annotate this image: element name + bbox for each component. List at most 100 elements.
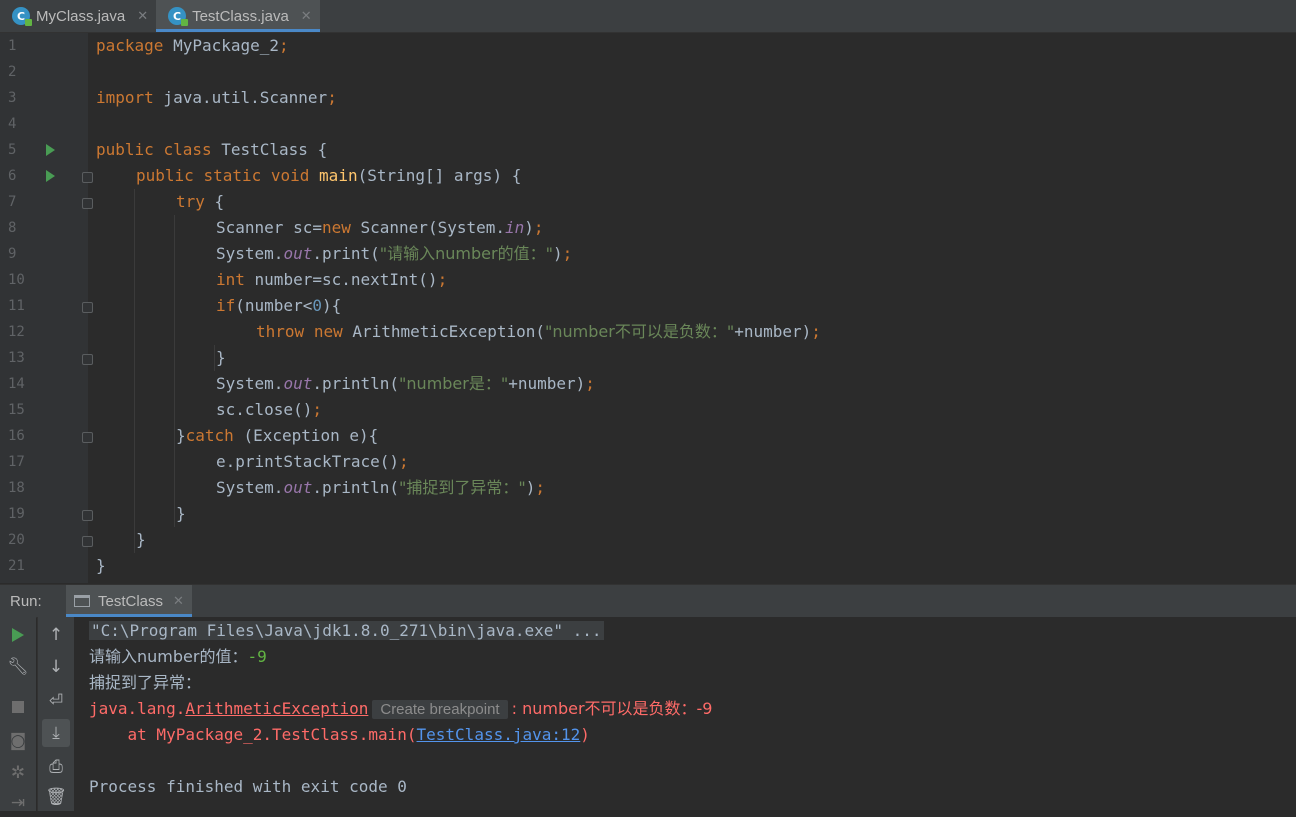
tab-myclass[interactable]: C MyClass.java ✕	[0, 0, 156, 32]
trash-icon: 🗑︎	[45, 787, 67, 807]
code-line: 6 public static void main(String[] args)…	[0, 163, 1296, 189]
code-line: 2	[0, 59, 1296, 85]
exception-class-link[interactable]: ArithmeticException	[185, 699, 368, 718]
code-line: 13 }	[0, 345, 1296, 371]
code-text[interactable]: System.out.print("请输入number的值：");	[216, 241, 572, 267]
command-line[interactable]: "C:\Program Files\Java\jdk1.8.0_271\bin\…	[89, 621, 604, 640]
run-tab-label: TestClass	[98, 592, 164, 610]
clear-button[interactable]: 🗑︎	[42, 783, 70, 811]
config-button[interactable]: ✲	[4, 759, 32, 787]
code-text[interactable]: System.out.println("number是："+number);	[216, 371, 595, 397]
line-number: 12	[8, 324, 25, 340]
soft-wrap-button[interactable]: ⏎	[42, 687, 70, 715]
print-button[interactable]: ⎙	[42, 753, 70, 781]
up-stack-button[interactable]: ↑	[42, 621, 70, 649]
fold-icon[interactable]	[82, 302, 93, 313]
arrow-down-icon: ↓	[48, 657, 64, 677]
code-text[interactable]: }	[136, 527, 146, 553]
code-line: 16 }catch (Exception e){	[0, 423, 1296, 449]
code-text[interactable]: }catch (Exception e){	[176, 423, 378, 449]
console-output[interactable]: "C:\Program Files\Java\jdk1.8.0_271\bin\…	[74, 617, 1296, 811]
close-icon[interactable]: ✕	[137, 8, 148, 24]
source-link[interactable]: TestClass.java:12	[417, 725, 581, 744]
settings-button[interactable]: 🔧︎	[4, 653, 32, 681]
create-breakpoint-link[interactable]: Create breakpoint	[372, 700, 508, 719]
run-gutter-icon[interactable]	[46, 170, 55, 182]
fold-icon[interactable]	[82, 354, 93, 365]
editor-tab-bar: C MyClass.java ✕ C TestClass.java ✕	[0, 0, 1296, 33]
close-icon[interactable]: ✕	[173, 593, 184, 609]
code-text[interactable]: int number=sc.nextInt();	[216, 267, 447, 293]
code-text[interactable]: sc.close();	[216, 397, 322, 423]
line-number: 7	[8, 194, 17, 210]
fold-icon[interactable]	[82, 198, 93, 209]
run-toolbar-secondary: ↑ ↓ ⏎ ⤓ ⎙ 🗑︎	[37, 617, 74, 811]
code-text[interactable]: package MyPackage_2;	[96, 33, 289, 59]
run-tool-window-header: Run: TestClass ✕	[0, 584, 1296, 618]
wrench-icon: 🔧︎	[7, 657, 29, 677]
line-number: 13	[8, 350, 25, 366]
code-text[interactable]: public static void main(String[] args) {	[136, 163, 521, 189]
line-number: 3	[8, 90, 17, 106]
code-text[interactable]: }	[216, 345, 226, 371]
fold-icon[interactable]	[82, 432, 93, 443]
exit-button[interactable]: ⇥	[4, 789, 32, 817]
user-input: -9	[247, 647, 267, 666]
code-text[interactable]: }	[176, 501, 186, 527]
code-text[interactable]: public class TestClass {	[96, 137, 327, 163]
arrow-up-icon: ↑	[48, 625, 64, 645]
run-gutter-icon[interactable]	[46, 144, 55, 156]
stop-button[interactable]	[4, 693, 32, 721]
run-icon	[12, 628, 24, 642]
code-text[interactable]: }	[96, 553, 106, 579]
console-line: Process finished with exit code 0	[89, 777, 407, 796]
code-line: 9 System.out.print("请输入number的值：");	[0, 241, 1296, 267]
fold-icon[interactable]	[82, 510, 93, 521]
code-line: 7 try {	[0, 189, 1296, 215]
code-line: 5 public class TestClass {	[0, 137, 1296, 163]
code-text[interactable]: try {	[176, 189, 224, 215]
code-text[interactable]: System.out.println("捕捉到了异常：");	[216, 475, 545, 501]
code-line: 18 System.out.println("捕捉到了异常：");	[0, 475, 1296, 501]
code-line: 8 Scanner sc=new Scanner(System.in);	[0, 215, 1296, 241]
code-line: 15 sc.close();	[0, 397, 1296, 423]
line-number: 17	[8, 454, 25, 470]
console-line: 捕捉到了异常：	[89, 673, 202, 692]
code-text[interactable]: e.printStackTrace();	[216, 449, 409, 475]
line-number: 16	[8, 428, 25, 444]
run-toolbar-primary: 🔧︎ ◙ ✲ ⇥	[0, 617, 36, 813]
code-text[interactable]: if(number<0){	[216, 293, 341, 319]
code-line: 4	[0, 111, 1296, 137]
scroll-to-end-button[interactable]: ⤓	[42, 719, 70, 747]
line-number: 18	[8, 480, 25, 496]
line-number: 2	[8, 64, 17, 80]
code-line: 14 System.out.println("number是："+number)…	[0, 371, 1296, 397]
code-line: 11 if(number<0){	[0, 293, 1296, 319]
tab-label: MyClass.java	[36, 7, 126, 25]
dump-threads-button[interactable]: ◙	[4, 727, 32, 755]
code-text[interactable]: Scanner sc=new Scanner(System.in);	[216, 215, 544, 241]
line-number: 19	[8, 506, 25, 522]
console-line: at MyPackage_2.TestClass.main(TestClass.…	[89, 725, 590, 744]
line-number: 11	[8, 298, 25, 314]
fold-icon[interactable]	[82, 172, 93, 183]
line-number: 10	[8, 272, 25, 288]
code-line: 17 e.printStackTrace();	[0, 449, 1296, 475]
down-stack-button[interactable]: ↓	[42, 653, 70, 681]
code-editor[interactable]: 1 package MyPackage_2; 2 3 import java.u…	[0, 33, 1296, 583]
tab-testclass[interactable]: C TestClass.java ✕	[156, 0, 320, 32]
code-line: 1 package MyPackage_2;	[0, 33, 1296, 59]
line-number: 6	[8, 168, 17, 184]
run-tab-testclass[interactable]: TestClass ✕	[66, 585, 192, 617]
console-line: java.lang.ArithmeticException Create brea…	[89, 699, 713, 719]
rerun-button[interactable]	[4, 621, 32, 649]
run-label: Run:	[10, 592, 42, 610]
line-number: 20	[8, 532, 25, 548]
code-line: 12 throw new ArithmeticException("number…	[0, 319, 1296, 345]
close-icon[interactable]: ✕	[301, 8, 312, 24]
line-number: 4	[8, 116, 17, 132]
scroll-to-end-icon: ⤓	[52, 723, 60, 743]
fold-icon[interactable]	[82, 536, 93, 547]
code-text[interactable]: import java.util.Scanner;	[96, 85, 337, 111]
code-text[interactable]: throw new ArithmeticException("number不可以…	[256, 319, 821, 345]
